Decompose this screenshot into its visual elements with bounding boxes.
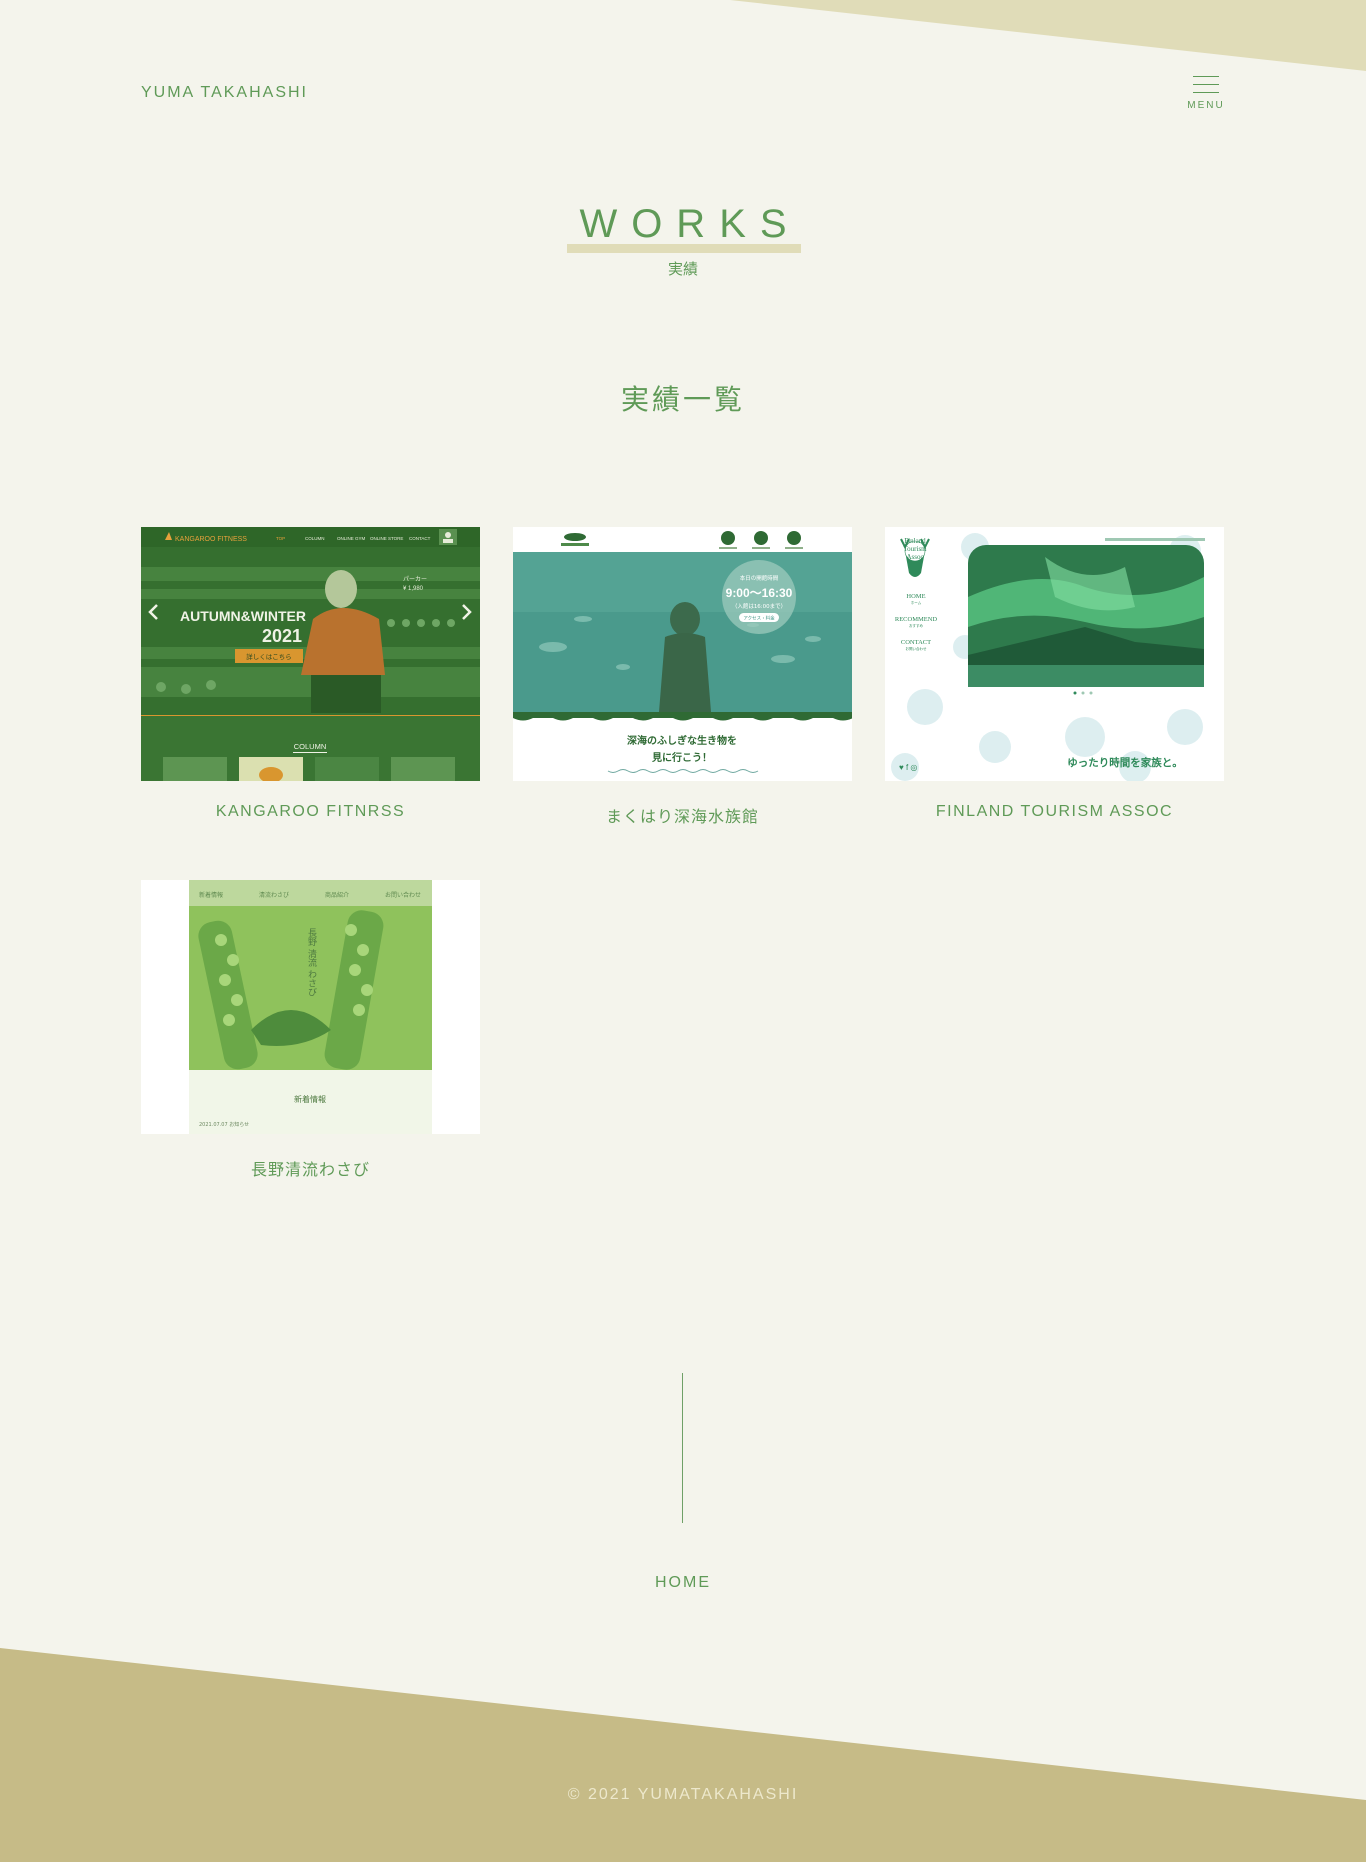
hamburger-icon [1193, 76, 1219, 100]
footer-divider-line [682, 1373, 683, 1523]
thumb-section: 新着情報 [294, 1094, 326, 1104]
copyright: © 2021 YUMATAKAHASHI [567, 1786, 799, 1803]
page-subtitle: 実績 [667, 260, 698, 278]
thumb-logo: Tourism [903, 545, 927, 553]
thumb-logo: Finland [904, 537, 926, 545]
thumb-nav: COLUMN [305, 536, 325, 541]
thumb-nav: TOP [276, 536, 285, 541]
thumb-price: ¥ 1,980 [403, 586, 424, 592]
thumb-hours: 9:00〜16:30 [726, 586, 793, 600]
work-card-makuhari-aquarium[interactable]: 本日の開館時間 9:00〜16:30 （入館は16:00まで） アクセス・料金 … [513, 527, 852, 827]
thumb-nav: ONLINE GYM [337, 536, 366, 541]
thumb-headline: AUTUMN&WINTER [180, 608, 306, 624]
thumb-vertical-title: 長野 清流 わさび [306, 928, 317, 997]
site-logo[interactable]: YUMA TAKAHASHI [141, 84, 308, 102]
work-caption[interactable]: まくはり深海水族館 [513, 803, 852, 827]
thumb-nav: 清流わさび [259, 891, 289, 899]
thumb-hours-label: 本日の開館時間 [740, 574, 779, 582]
thumb-news-date: 2021.07.07 お知らせ [199, 1121, 249, 1128]
work-card-finland-tourism[interactable]: Finland Tourism Assoc HOME ホーム RECOMMEND… [885, 527, 1224, 821]
thumb-nav: お問い合わせ [906, 646, 927, 651]
thumb-nav: CONTACT [901, 639, 931, 646]
work-caption[interactable]: 長野清流わさび [141, 1156, 480, 1180]
thumb-headline-line1: 深海のふしぎな生き物を [627, 734, 737, 747]
home-link[interactable]: HOME [0, 1574, 1366, 1592]
thumb-hours-note: （入館は16:00まで） [732, 602, 786, 610]
thumb-hours-button: アクセス・料金 [743, 615, 775, 622]
work-thumbnail[interactable]: Finland Tourism Assoc HOME ホーム RECOMMEND… [885, 527, 1224, 781]
thumb-nav: おすすめ [909, 623, 923, 628]
thumb-nav: CONTACT [409, 536, 431, 541]
thumb-nav: ONLINE STORE [370, 536, 403, 541]
work-thumbnail[interactable]: 本日の開館時間 9:00〜16:30 （入館は16:00まで） アクセス・料金 … [513, 527, 852, 781]
thumb-nav: ホーム [911, 600, 922, 605]
work-thumbnail[interactable]: 新着情報 清流わさび 商品紹介 お問い合わせ 長野 清流 わさび 新着情報 20… [141, 880, 480, 1134]
work-thumbnail[interactable]: KANGAROO FITNESS TOP COLUMN ONLINE GYM O… [141, 527, 480, 781]
thumb-brand: KANGAROO FITNESS [175, 536, 247, 543]
section-heading: 実績一覧 [620, 383, 745, 416]
work-card-nagano-wasabi[interactable]: 新着情報 清流わさび 商品紹介 お問い合わせ 長野 清流 わさび 新着情報 20… [141, 880, 480, 1180]
bottom-decoration [0, 1648, 1366, 1862]
thumb-nav: RECOMMEND [895, 616, 938, 623]
thumb-nav: お問い合わせ [385, 891, 421, 899]
menu-label: MENU [1187, 100, 1225, 111]
thumb-nav: HOME [906, 593, 925, 600]
thumb-social-icons: ♥ f ◎ [899, 763, 917, 772]
work-card-kangaroo-fitness[interactable]: KANGAROO FITNESS TOP COLUMN ONLINE GYM O… [141, 527, 480, 821]
thumb-nav: 商品紹介 [325, 891, 349, 899]
thumb-headline-line2: 見に行こう！ [651, 751, 712, 764]
thumb-nav: 新着情報 [199, 891, 223, 899]
page-title: WORKS [565, 200, 801, 253]
work-caption[interactable]: KANGAROO FITNRSS [141, 803, 480, 821]
menu-button[interactable]: MENU [1184, 74, 1228, 114]
thumb-tagline: ゆったり時間を家族と。 [1067, 756, 1183, 769]
thumb-price-label: パーカー [403, 576, 427, 583]
thumb-logo: Assoc [906, 553, 923, 561]
thumb-cta: 詳しくはこちら [246, 652, 292, 661]
thumb-section: COLUMN [294, 742, 327, 751]
thumb-year: 2021 [262, 626, 302, 646]
work-caption[interactable]: FINLAND TOURISM ASSOC [885, 803, 1224, 821]
top-decoration [730, 0, 1366, 71]
